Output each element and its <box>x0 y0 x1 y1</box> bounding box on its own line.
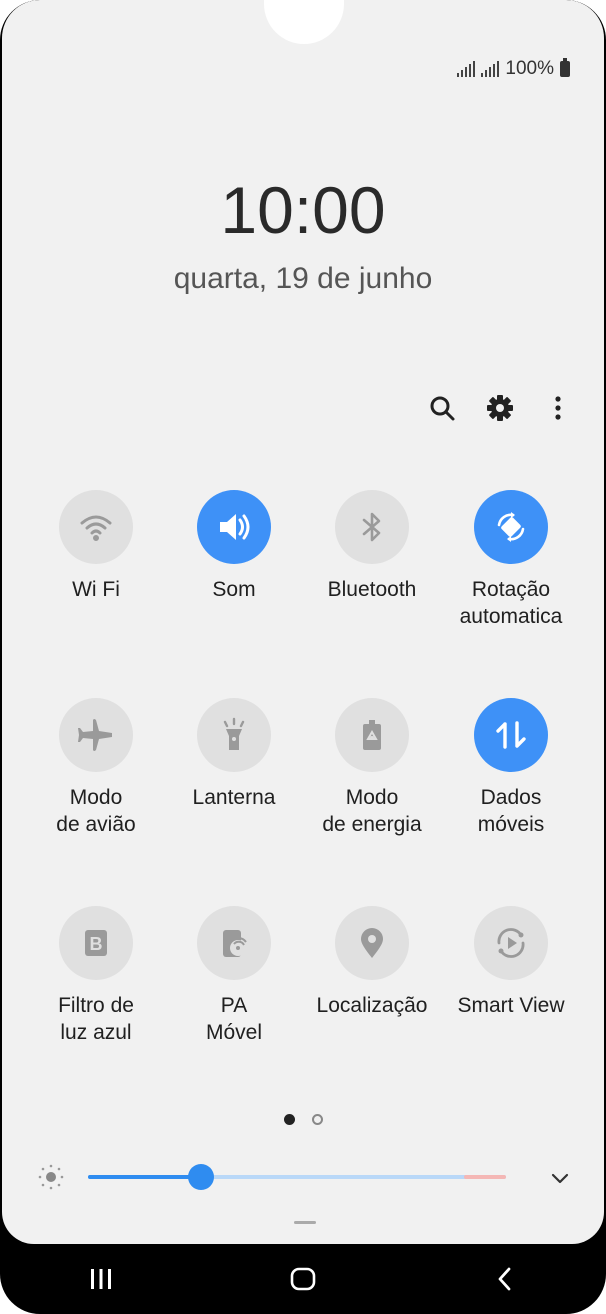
more-options-button[interactable] <box>544 394 572 422</box>
tile-mobile-data[interactable]: Dados móveis <box>442 698 580 838</box>
status-bar: 100% <box>457 58 570 80</box>
chevron-down-icon[interactable] <box>548 1166 572 1190</box>
airplane-toggle[interactable] <box>59 698 133 772</box>
more-vert-icon <box>555 396 561 420</box>
search-icon <box>430 396 455 421</box>
brightness-fill <box>88 1175 201 1179</box>
camera-notch <box>264 0 344 44</box>
wifi-icon <box>80 515 112 541</box>
tile-blue-light-filter[interactable]: B Filtro de luz azul <box>27 906 165 1046</box>
sound-toggle[interactable] <box>197 490 271 564</box>
gear-icon <box>487 395 513 421</box>
blue-light-filter-icon: B <box>85 930 107 956</box>
signal-icon <box>457 61 476 77</box>
tile-bluetooth[interactable]: Bluetooth <box>303 490 441 603</box>
wifi-toggle[interactable] <box>59 490 133 564</box>
back-button[interactable] <box>475 1249 535 1309</box>
quick-panel-toolbar <box>428 394 572 422</box>
tile-label: Smart View <box>457 994 565 1017</box>
auto-rotate-toggle[interactable] <box>474 490 548 564</box>
tile-label: Dados móveis <box>477 786 545 836</box>
brightness-high-zone <box>464 1175 506 1179</box>
flashlight-toggle[interactable] <box>197 698 271 772</box>
tile-label: Wi Fi <box>72 578 120 601</box>
tile-label: Filtro de luz azul <box>58 994 134 1044</box>
tile-label: Localização <box>316 994 428 1017</box>
tile-label: Som <box>212 578 256 601</box>
tile-label: PA Móvel <box>205 994 263 1044</box>
navigation-bar <box>0 1244 606 1314</box>
phone-frame: 100% 10:00 quarta, 19 de junho Wi Fi Som… <box>0 0 606 1314</box>
recents-button[interactable] <box>71 1249 131 1309</box>
mobile-data-icon <box>496 721 526 749</box>
tile-label: Modo de energia <box>322 786 422 836</box>
tile-flashlight[interactable]: Lanterna <box>165 698 303 811</box>
tile-label: Modo de avião <box>56 786 136 836</box>
svg-text:B: B <box>90 934 103 954</box>
date: quarta, 19 de junho <box>173 262 433 295</box>
tile-mobile-hotspot[interactable]: PA Móvel <box>165 906 303 1046</box>
home-icon <box>290 1267 316 1291</box>
battery-icon <box>560 58 570 77</box>
hotspot-toggle[interactable] <box>197 906 271 980</box>
brightness-control <box>36 1160 576 1194</box>
search-button[interactable] <box>428 394 456 422</box>
smart-view-icon <box>497 928 525 958</box>
tile-label: Lanterna <box>192 786 276 809</box>
settings-button[interactable] <box>486 394 514 422</box>
page-indicator <box>284 1114 323 1125</box>
signal-icon <box>481 61 500 77</box>
power-mode-toggle[interactable] <box>335 698 409 772</box>
blue-light-toggle[interactable]: B <box>59 906 133 980</box>
location-toggle[interactable] <box>335 906 409 980</box>
mobile-data-toggle[interactable] <box>474 698 548 772</box>
location-icon <box>361 928 383 958</box>
bluetooth-icon <box>362 512 381 542</box>
mobile-hotspot-icon <box>223 930 247 957</box>
tile-wifi[interactable]: Wi Fi <box>27 490 165 603</box>
tile-label: Rotação automatica <box>459 578 563 628</box>
tile-location[interactable]: Localização <box>303 906 441 1019</box>
battery-text: 100% <box>505 58 554 79</box>
panel-drag-handle[interactable] <box>294 1221 316 1224</box>
tile-label: Bluetooth <box>327 578 417 601</box>
clock: 10:00 <box>220 173 386 247</box>
tile-airplane-mode[interactable]: Modo de avião <box>27 698 165 838</box>
auto-rotate-icon <box>497 512 525 542</box>
back-icon <box>498 1267 511 1291</box>
power-saving-icon <box>363 720 381 750</box>
home-button[interactable] <box>273 1249 333 1309</box>
quick-panel: 100% 10:00 quarta, 19 de junho Wi Fi Som… <box>2 0 604 1244</box>
airplane-icon <box>78 719 112 751</box>
page-dot[interactable] <box>312 1114 323 1125</box>
smart-view-toggle[interactable] <box>474 906 548 980</box>
brightness-slider[interactable] <box>88 1164 506 1190</box>
bluetooth-toggle[interactable] <box>335 490 409 564</box>
brightness-icon <box>38 1164 64 1190</box>
page-dot-active[interactable] <box>284 1114 295 1125</box>
tile-auto-rotate[interactable]: Rotação automatica <box>442 490 580 630</box>
recents-icon <box>91 1269 111 1289</box>
flashlight-icon <box>223 717 245 750</box>
tile-power-mode[interactable]: Modo de energia <box>303 698 441 838</box>
speaker-icon <box>220 514 250 540</box>
brightness-slider-thumb[interactable] <box>187 1164 214 1190</box>
tile-smart-view[interactable]: Smart View <box>442 906 580 1019</box>
tile-sound[interactable]: Som <box>165 490 303 603</box>
